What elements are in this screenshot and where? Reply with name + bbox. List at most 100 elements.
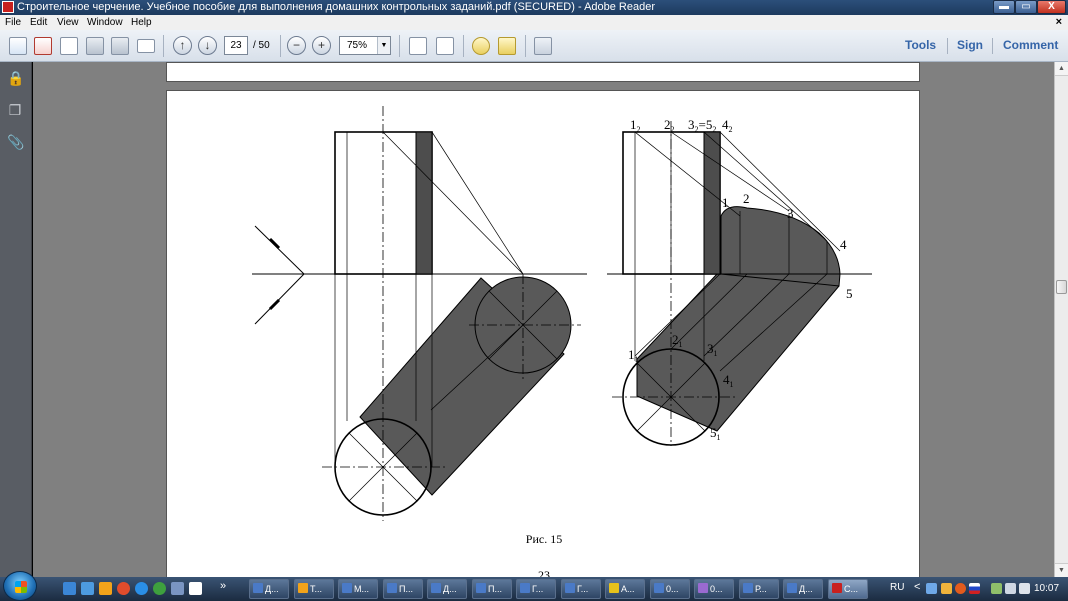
- title-bar: Строительное черчение. Учебное пособие д…: [0, 0, 1068, 15]
- highlight-icon[interactable]: [498, 37, 516, 55]
- open-icon[interactable]: [9, 37, 27, 55]
- document-view[interactable]: .ln{stroke:#000;stroke-width:1;fill:none…: [33, 62, 1054, 577]
- close-button[interactable]: X: [1037, 0, 1066, 14]
- quicklaunch-app-icon[interactable]: [171, 582, 184, 595]
- toolbar-separator: [525, 35, 526, 57]
- taskbar-button[interactable]: С...: [828, 579, 868, 599]
- comment-link[interactable]: Comment: [1003, 38, 1058, 52]
- label-2-2: 22: [664, 117, 675, 134]
- fit-width-icon[interactable]: [436, 37, 454, 55]
- comment-icon[interactable]: [472, 37, 490, 55]
- taskbar-button-label: 0...: [710, 584, 723, 594]
- taskbar-button-label: 0...: [666, 584, 679, 594]
- quicklaunch-more-icon[interactable]: »: [220, 580, 226, 592]
- taskbar-button[interactable]: Д...: [427, 579, 467, 599]
- attachment-icon[interactable]: 📎: [7, 134, 24, 150]
- quicklaunch-media-icon[interactable]: [99, 582, 112, 595]
- fit-page-icon[interactable]: [409, 37, 427, 55]
- tray-network-icon[interactable]: [991, 583, 1002, 594]
- taskbar-button[interactable]: А...: [605, 579, 645, 599]
- tray-monitor-icon[interactable]: [1005, 583, 1016, 594]
- zoom-in-icon[interactable]: +: [312, 36, 331, 55]
- taskbar-button-label: П...: [488, 584, 502, 594]
- quicklaunch-document-icon[interactable]: [189, 582, 202, 595]
- taskbar-button[interactable]: П...: [472, 579, 512, 599]
- taskbar: » Д... Т... М... П... Д... П... Г... Г... А... 0.…: [0, 571, 1068, 601]
- tray-keyboard-icon[interactable]: [926, 583, 937, 594]
- menu-help[interactable]: Help: [131, 15, 152, 30]
- zoom-select[interactable]: 75% ▼: [339, 36, 391, 55]
- tray-app-icon[interactable]: [955, 583, 966, 594]
- tray-app-icon[interactable]: [941, 583, 952, 594]
- tools-link[interactable]: Tools: [905, 38, 936, 52]
- taskbar-button[interactable]: 0...: [650, 579, 690, 599]
- taskbar-button[interactable]: 0...: [694, 579, 734, 599]
- window-title: Строительное черчение. Учебное пособие д…: [17, 1, 656, 13]
- label-4-2: 42: [722, 117, 733, 134]
- left-shade-strip: [415, 131, 433, 275]
- taskbar-button[interactable]: Д...: [249, 579, 289, 599]
- light-direction-line: [254, 273, 305, 325]
- chevron-down-icon[interactable]: ▼: [377, 37, 390, 54]
- save-icon[interactable]: [86, 37, 104, 55]
- edit-icon[interactable]: [60, 37, 78, 55]
- taskbar-button[interactable]: М...: [338, 579, 378, 599]
- taskbar-button[interactable]: Д...: [783, 579, 823, 599]
- label-3-5-2: 32=52: [688, 117, 716, 134]
- light-direction-line: [254, 225, 305, 275]
- quicklaunch-ie-icon[interactable]: [135, 582, 148, 595]
- next-page-icon[interactable]: ↓: [198, 36, 217, 55]
- close-document-button[interactable]: ×: [1056, 15, 1062, 30]
- windows-logo-icon: [15, 581, 27, 593]
- taskbar-button[interactable]: Т...: [294, 579, 334, 599]
- menu-view[interactable]: View: [57, 15, 79, 30]
- toolbar-separator: [992, 38, 993, 54]
- taskbar-button-label: С...: [844, 584, 859, 594]
- email-icon[interactable]: [137, 39, 155, 53]
- scroll-up-icon[interactable]: ▲: [1055, 62, 1068, 76]
- taskbar-button[interactable]: Р...: [739, 579, 779, 599]
- maximize-button[interactable]: ▭: [1015, 0, 1037, 14]
- app-icon: [654, 583, 664, 593]
- app-icon: [520, 583, 530, 593]
- taskbar-button-label: Д...: [799, 584, 813, 594]
- arrow-head-icon: [268, 237, 281, 250]
- expand-icon[interactable]: [534, 37, 552, 55]
- vertical-scrollbar[interactable]: ▲ ▼: [1054, 62, 1068, 577]
- tray-flag-icon[interactable]: [969, 583, 980, 594]
- taskbar-button[interactable]: П...: [383, 579, 423, 599]
- app-icon: [431, 583, 441, 593]
- scroll-down-icon[interactable]: ▼: [1055, 563, 1068, 577]
- taskbar-button-label: Г...: [532, 584, 544, 594]
- quicklaunch-desktop-icon[interactable]: [63, 582, 76, 595]
- zoom-out-icon[interactable]: −: [287, 36, 306, 55]
- scroll-thumb[interactable]: [1056, 280, 1067, 294]
- adobe-reader-window: Строительное черчение. Учебное пособие д…: [0, 0, 1068, 601]
- language-indicator[interactable]: RU: [890, 582, 904, 593]
- label-5: 5: [846, 286, 853, 301]
- tray-expand-icon[interactable]: <: [914, 581, 920, 593]
- print-icon[interactable]: [111, 37, 129, 55]
- menu-file[interactable]: File: [5, 15, 21, 30]
- quicklaunch-explorer-icon[interactable]: [81, 582, 94, 595]
- previous-page-icon[interactable]: ↑: [173, 36, 192, 55]
- sign-link[interactable]: Sign: [957, 38, 983, 52]
- taskbar-button[interactable]: Г...: [561, 579, 601, 599]
- taskbar-button-label: Г...: [577, 584, 589, 594]
- minimize-button[interactable]: ▬: [993, 0, 1015, 14]
- toolbar: ↑ ↓ 23 / 50 − + 75% ▼ Tools Sign Comment: [0, 30, 1068, 62]
- menu-edit[interactable]: Edit: [30, 15, 47, 30]
- create-pdf-icon[interactable]: [34, 37, 52, 55]
- tray-volume-icon[interactable]: [1019, 583, 1030, 594]
- start-button[interactable]: [3, 571, 37, 601]
- clock: 10:07: [1034, 583, 1060, 594]
- menu-window[interactable]: Window: [87, 15, 123, 30]
- taskbar-button[interactable]: Г...: [516, 579, 556, 599]
- quicklaunch-chrome-icon[interactable]: [117, 582, 130, 595]
- page-number-input[interactable]: 23: [224, 36, 248, 55]
- app-icon: [565, 583, 575, 593]
- quicklaunch-app-icon[interactable]: [153, 582, 166, 595]
- pages-icon[interactable]: ❐: [7, 102, 23, 118]
- toolbar-separator: [947, 38, 948, 54]
- lock-icon[interactable]: 🔒: [7, 70, 24, 86]
